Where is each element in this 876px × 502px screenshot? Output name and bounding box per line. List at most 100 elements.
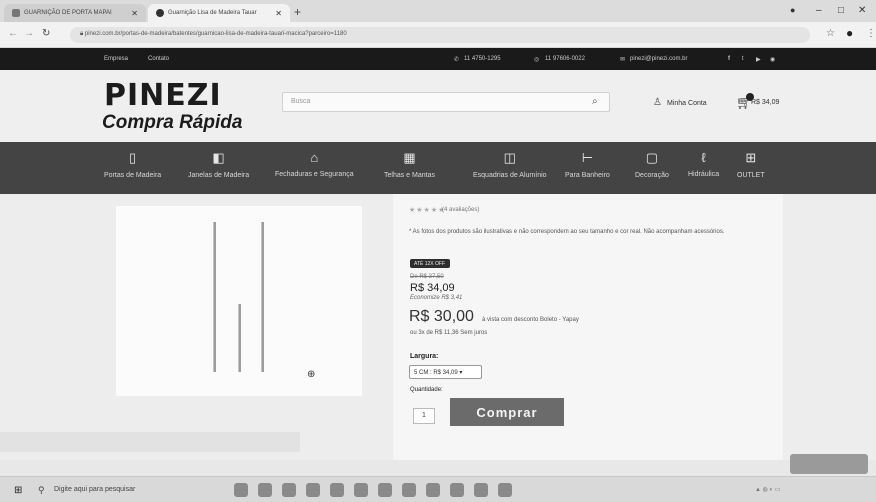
youtube-icon[interactable]: ▶ xyxy=(756,56,761,63)
width-select[interactable]: 5 CM : R$ 34,09 ▾ xyxy=(409,365,482,379)
address-toolbar: ← → ↻ 🔒︎ pinezi.com.br/portas-de-madeira… xyxy=(0,22,876,48)
app-icon[interactable] xyxy=(354,483,368,497)
app-icon[interactable] xyxy=(378,483,392,497)
favicon-icon xyxy=(12,9,20,17)
user-icon[interactable]: ♙ xyxy=(653,97,662,108)
tab-title: Guarnição Lisa de Madeira Tauar xyxy=(168,10,257,16)
browser-tab-2[interactable]: Guarnição Lisa de Madeira Tauar ✕ xyxy=(148,4,290,22)
app-icon[interactable] xyxy=(306,483,320,497)
maximize-button[interactable]: □ xyxy=(838,5,844,16)
product-image[interactable] xyxy=(116,206,362,396)
current-price: R$ 34,09 xyxy=(410,282,455,294)
cart-total[interactable]: R$ 34,09 xyxy=(751,99,779,106)
shower-icon: ⊢ xyxy=(581,150,594,165)
old-price: De R$ 37,50 xyxy=(410,274,444,280)
category-label: Fechaduras e Segurança xyxy=(275,171,354,178)
link-contato[interactable]: Contato xyxy=(148,56,169,62)
url-input[interactable]: 🔒︎ pinezi.com.br/portas-de-madeira/baten… xyxy=(70,27,810,43)
search-input[interactable]: Busca xyxy=(282,92,610,112)
app-icon[interactable] xyxy=(474,483,488,497)
instagram-icon[interactable]: ◉ xyxy=(770,56,775,63)
zoom-icon[interactable]: ⊕ xyxy=(307,369,315,380)
url-text: pinezi.com.br/portas-de-madeira/batentes… xyxy=(84,31,347,37)
menu-icon[interactable]: ⋮ xyxy=(866,28,876,39)
quantity-label: Quantidade: xyxy=(410,387,443,393)
category-banheiro[interactable]: ⊢ Para Banheiro xyxy=(565,150,610,179)
twitter-icon[interactable]: t xyxy=(742,56,744,62)
app-icon[interactable] xyxy=(450,483,464,497)
email-link[interactable]: pinezi@pinezi.com.br xyxy=(630,56,687,62)
category-portas[interactable]: ▯ Portas de Madeira xyxy=(104,150,161,179)
logo-tagline[interactable]: Compra Rápida xyxy=(102,112,242,134)
logo[interactable]: PINEZI xyxy=(104,78,222,113)
category-label: Telhas e Mantas xyxy=(384,172,435,179)
lock-icon: ⌂ xyxy=(310,150,319,165)
bookmark-star-icon[interactable]: ☆ xyxy=(826,28,835,39)
close-icon[interactable]: ✕ xyxy=(131,9,138,18)
phone-1[interactable]: 11 4750-1295 xyxy=(464,56,501,62)
app-icon[interactable] xyxy=(330,483,344,497)
disclaimer-text: * As fotos dos produtos são ilustrativas… xyxy=(409,229,725,235)
taskbar-apps xyxy=(234,483,512,497)
minimize-button[interactable]: – xyxy=(816,5,822,16)
category-label: Decoração xyxy=(635,172,669,179)
category-esquadrias[interactable]: ◫ Esquadrias de Alumínio xyxy=(473,150,547,179)
whatsapp-icon: ◎ xyxy=(534,57,540,63)
search-icon[interactable]: ⚲ xyxy=(38,485,45,496)
favicon-icon xyxy=(156,9,164,17)
account-link[interactable]: Minha Conta xyxy=(667,100,707,107)
category-nav: ▯ Portas de Madeira ◧ Janelas de Madeira ⌂… xyxy=(0,142,876,194)
app-icon[interactable] xyxy=(258,483,272,497)
window-icon: ◧ xyxy=(212,150,225,165)
width-label: Largura: xyxy=(410,353,439,360)
thumbnail-strip xyxy=(0,432,300,452)
chat-widget-button[interactable] xyxy=(790,454,868,474)
close-window-button[interactable]: ✕ xyxy=(858,5,866,16)
category-label: Para Banheiro xyxy=(565,172,610,179)
buy-button[interactable]: Comprar xyxy=(450,398,564,426)
taskbar-search-input[interactable]: Digite aqui para pesquisar xyxy=(54,486,135,493)
quantity-input[interactable]: 1 xyxy=(413,408,435,424)
rating-stars[interactable]: ★★★★★ xyxy=(409,206,445,214)
browser-tab-bar: GUARNIÇÃO DE PORTA MAPAI ✕ Guarnição Lis… xyxy=(0,0,876,22)
link-empresa[interactable]: Empresa xyxy=(104,56,128,62)
back-arrow-icon[interactable]: ← xyxy=(8,28,18,39)
category-fechaduras[interactable]: ⌂ Fechaduras e Segurança xyxy=(275,150,354,178)
windows-start-icon[interactable]: ⊞ xyxy=(14,485,22,496)
gift-icon: ⊞ xyxy=(745,150,757,165)
savings-text: Economize R$ 3,41 xyxy=(410,295,463,301)
close-icon[interactable]: ✕ xyxy=(275,9,282,18)
category-label: OUTLET xyxy=(737,172,765,179)
phone-2[interactable]: 11 97606-0022 xyxy=(545,56,585,62)
product-rod xyxy=(261,222,264,372)
app-icon[interactable] xyxy=(282,483,296,497)
category-decoracao[interactable]: ▢ Decoração xyxy=(635,150,669,179)
os-taskbar: ⊞ ⚲ Digite aqui para pesquisar ▲ ◍ ◐ ▭ xyxy=(0,476,876,502)
forward-arrow-icon[interactable]: → xyxy=(24,28,34,39)
category-label: Esquadrias de Alumínio xyxy=(473,172,547,179)
tab-title: GUARNIÇÃO DE PORTA MAPAI xyxy=(24,10,112,16)
category-telhas[interactable]: ▦ Telhas e Mantas xyxy=(384,150,435,179)
category-outlet[interactable]: ⊞ OUTLET xyxy=(737,150,765,179)
app-icon[interactable] xyxy=(498,483,512,497)
cash-price-note: à vista com desconto Boleto - Yapay xyxy=(482,317,579,323)
browser-tab-1[interactable]: GUARNIÇÃO DE PORTA MAPAI ✕ xyxy=(4,4,146,22)
discount-badge: ATÉ 12X OFF xyxy=(410,259,450,268)
category-janelas[interactable]: ◧ Janelas de Madeira xyxy=(188,150,249,179)
app-icon[interactable] xyxy=(426,483,440,497)
faucet-icon: ℓ xyxy=(701,150,706,165)
search-icon[interactable]: ⌕ xyxy=(592,96,598,107)
system-tray-icon[interactable]: ▲ ◍ ◐ ▭ xyxy=(755,486,780,493)
task-view-icon[interactable] xyxy=(234,483,248,497)
app-icon[interactable] xyxy=(402,483,416,497)
profile-avatar-icon[interactable]: ● xyxy=(846,26,853,40)
reload-icon[interactable]: ↻ xyxy=(42,28,50,39)
cash-price: R$ 30,00 xyxy=(409,308,474,325)
profile-icon[interactable]: ● xyxy=(790,5,795,15)
new-tab-button[interactable]: + xyxy=(294,5,301,19)
facebook-icon[interactable]: f xyxy=(728,56,730,62)
category-hidraulica[interactable]: ℓ Hidráulica xyxy=(688,150,719,178)
category-label: Hidráulica xyxy=(688,171,720,178)
frame-decor-icon: ▢ xyxy=(645,150,659,165)
review-count[interactable]: (4 avaliações) xyxy=(442,207,479,213)
